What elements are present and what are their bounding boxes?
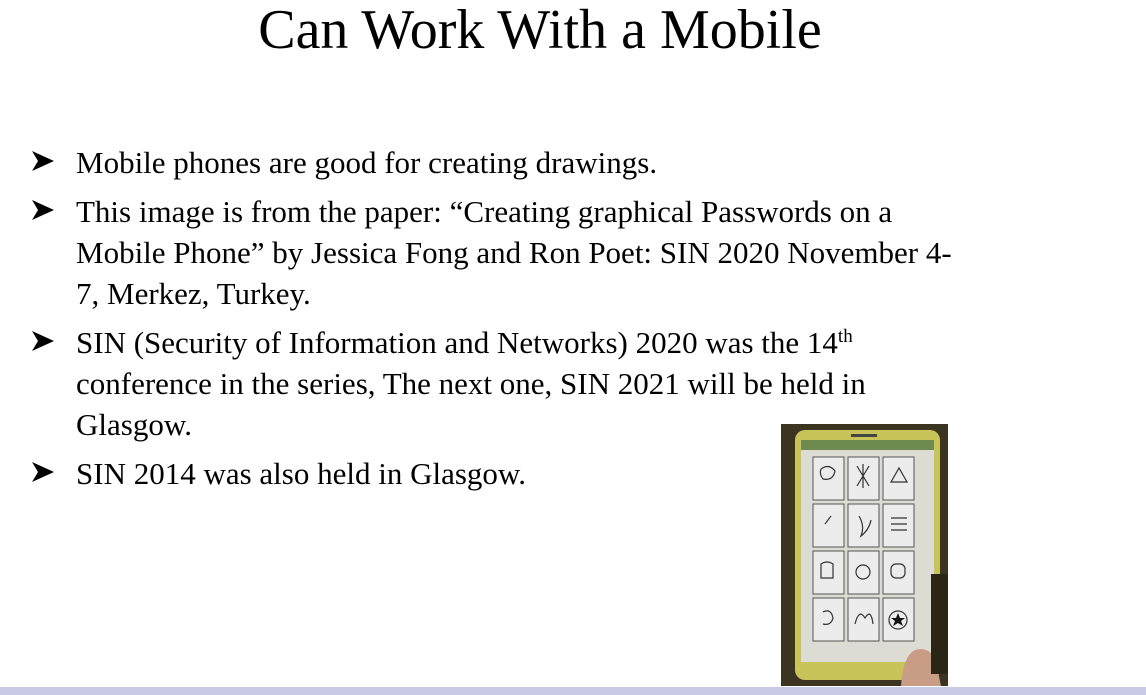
bullet-text: SIN (Security of Information and Network… xyxy=(76,322,1090,363)
bullet-item: Mobile phones are good for creating draw… xyxy=(30,142,1090,183)
bullet-text: conference in the series, The next one, … xyxy=(76,366,866,401)
arrowhead-bullet-icon xyxy=(32,462,54,482)
bullet-text-main: SIN (Security of Information and Network… xyxy=(76,325,838,360)
bullet-text: 7, Merkez, Turkey. xyxy=(76,276,311,311)
arrowhead-bullet-icon xyxy=(32,151,54,171)
bullet-text: Mobile phones are good for creating draw… xyxy=(76,145,658,180)
arrowhead-bullet-icon xyxy=(32,200,54,220)
ordinal-suffix: th xyxy=(837,326,853,347)
phone-drawing-grid-photo xyxy=(781,424,948,686)
bullet-item: This image is from the paper: “Creating … xyxy=(30,191,1090,314)
bullet-text: Mobile Phone” by Jessica Fong and Ron Po… xyxy=(76,235,952,270)
slide-title: Can Work With a Mobile xyxy=(258,0,822,61)
slide-bottom-bar xyxy=(0,687,1146,695)
slide: Can Work With a Mobile Mobile phones are… xyxy=(0,0,1146,695)
arrowhead-bullet-icon xyxy=(32,331,54,351)
bullet-text: This image is from the paper: “Creating … xyxy=(76,194,893,229)
